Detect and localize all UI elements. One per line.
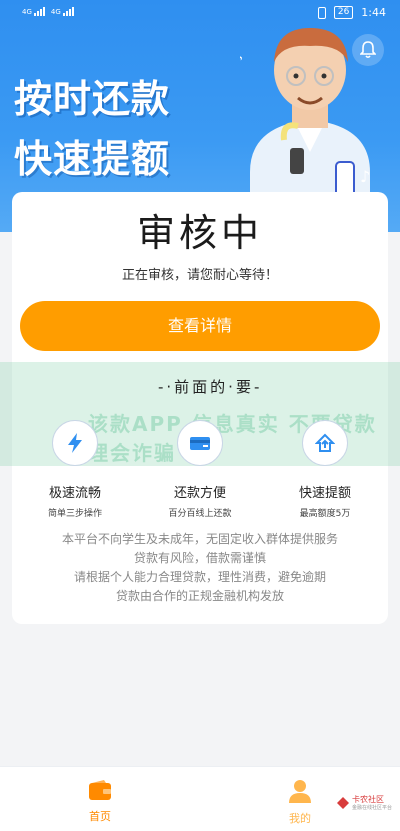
svg-text:♪: ♪	[360, 167, 370, 186]
feature-subtitle: 简单三步操作	[47, 509, 102, 519]
house-up-icon	[302, 420, 348, 466]
review-status-message: 正在审核，请您耐心等待！	[121, 268, 278, 283]
feature-limit: 快速提额 最高额度5万	[265, 420, 385, 519]
signal-icon: 4G	[22, 7, 45, 16]
notification-button[interactable]	[352, 34, 384, 66]
bell-icon	[360, 41, 376, 59]
battery-icon: 26	[333, 6, 354, 19]
feature-repay: 还款方便 百分百线上还款	[140, 420, 260, 519]
lightning-icon	[52, 420, 98, 466]
feature-fast: 极速流畅 简单三步操作	[15, 420, 135, 519]
notice-line: 贷款有风险，借款需谨慎	[133, 551, 266, 565]
tab-home[interactable]: 首页	[70, 779, 130, 824]
tab-home-label: 首页	[89, 810, 111, 823]
view-details-button[interactable]: 查看详情	[20, 301, 380, 351]
vibrate-icon	[317, 6, 326, 19]
feature-subtitle: 百分百线上还款	[168, 509, 232, 519]
clock: 1:44	[361, 6, 386, 19]
watermark-subtext: 金融在线社区平台	[351, 805, 392, 811]
feature-title: 极速流畅	[48, 486, 101, 501]
watermark-text: 卡农社区	[351, 795, 384, 804]
user-icon	[289, 780, 311, 803]
risk-notice: 本平台不向学生及未成年，无固定收入群体提供服务 贷款有风险，借款需谨慎 请根据个…	[12, 530, 388, 606]
banner-headline-1: 按时还款	[14, 77, 171, 121]
signal-icon: 4G	[51, 7, 74, 16]
feature-title: 快速提额	[298, 486, 351, 501]
loan-status-card: 审核中 正在审核，请您耐心等待！ 查看详情 该款APP 信息真实 不要贷款 理会…	[0, 192, 400, 624]
banner-headline-2: 快速提额	[14, 137, 171, 181]
tab-mine[interactable]: 我的	[270, 779, 330, 826]
bottom-tab-bar: 首页 我的 卡农社区 金融在线社区平台	[0, 766, 400, 831]
notice-line: 请根据个人能力合理贷款，理性消费，避免逾期	[73, 570, 326, 584]
feature-title: 还款方便	[173, 486, 226, 501]
notice-line: 本平台不向学生及未成年，无固定收入群体提供服务	[61, 532, 338, 546]
community-watermark: 卡农社区 金融在线社区平台	[336, 795, 392, 811]
wallet-card-icon	[177, 420, 223, 466]
handwriting-annotation: -·前面的·要-	[158, 378, 263, 396]
feature-subtitle: 最高额度5万	[299, 509, 351, 519]
wallet-icon	[89, 780, 111, 800]
watermark-logo-icon	[336, 797, 349, 809]
notice-line: 贷款由合作的正规金融机构发放	[115, 589, 284, 603]
review-status-title: 审核中	[136, 211, 263, 255]
svg-text:♪: ♪	[240, 52, 244, 73]
tab-mine-label: 我的	[289, 812, 311, 825]
